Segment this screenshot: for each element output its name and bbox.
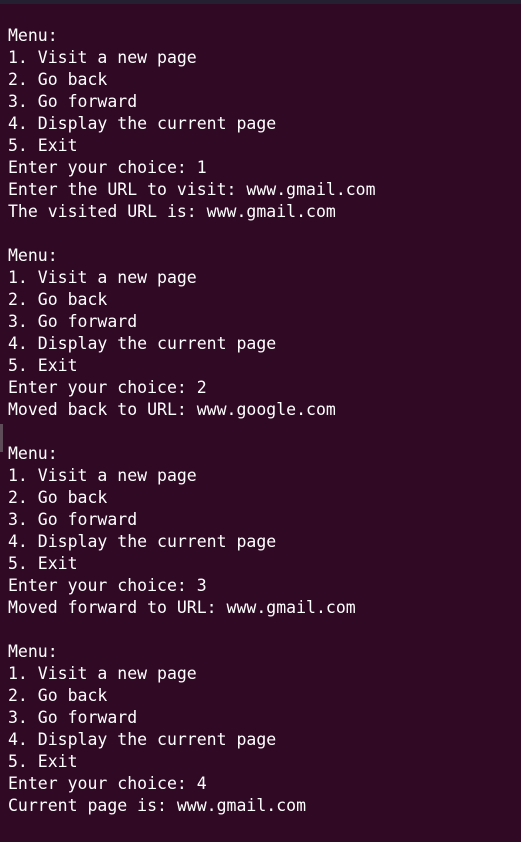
- menu-option-visit: 1. Visit a new page: [8, 664, 197, 683]
- menu-header: Menu:: [8, 26, 58, 45]
- menu-option-exit: 5. Exit: [8, 554, 78, 573]
- output-message: Current page is: www.gmail.com: [8, 796, 307, 815]
- menu-option-back: 2. Go back: [8, 70, 108, 89]
- terminal-output: Menu: 1. Visit a new page 2. Go back 3. …: [8, 25, 521, 817]
- menu-option-visit: 1. Visit a new page: [8, 268, 197, 287]
- menu-option-visit: 1. Visit a new page: [8, 48, 197, 67]
- choice-prompt: Enter your choice: 4: [8, 774, 207, 793]
- menu-option-back: 2. Go back: [8, 686, 108, 705]
- menu-header: Menu:: [8, 642, 58, 661]
- output-message: The visited URL is: www.gmail.com: [8, 202, 336, 221]
- menu-option-forward: 3. Go forward: [8, 92, 138, 111]
- menu-option-exit: 5. Exit: [8, 136, 78, 155]
- menu-option-forward: 3. Go forward: [8, 708, 138, 727]
- choice-prompt: Enter your choice: 3: [8, 576, 207, 595]
- menu-option-visit: 1. Visit a new page: [8, 466, 197, 485]
- menu-option-exit: 5. Exit: [8, 752, 78, 771]
- url-prompt: Enter the URL to visit: www.gmail.com: [8, 180, 376, 199]
- menu-option-exit: 5. Exit: [8, 356, 78, 375]
- choice-prompt: Enter your choice: 2: [8, 378, 207, 397]
- scrollbar-indicator[interactable]: [0, 424, 3, 452]
- menu-option-display: 4. Display the current page: [8, 730, 277, 749]
- terminal-window[interactable]: Menu: 1. Visit a new page 2. Go back 3. …: [0, 0, 521, 842]
- menu-header: Menu:: [8, 246, 58, 265]
- menu-option-display: 4. Display the current page: [8, 334, 277, 353]
- menu-option-back: 2. Go back: [8, 488, 108, 507]
- menu-option-forward: 3. Go forward: [8, 510, 138, 529]
- menu-option-back: 2. Go back: [8, 290, 108, 309]
- output-message: Moved back to URL: www.google.com: [8, 400, 336, 419]
- menu-option-forward: 3. Go forward: [8, 312, 138, 331]
- output-message: Moved forward to URL: www.gmail.com: [8, 598, 356, 617]
- choice-prompt: Enter your choice: 1: [8, 158, 207, 177]
- menu-option-display: 4. Display the current page: [8, 114, 277, 133]
- menu-header: Menu:: [8, 444, 58, 463]
- menu-option-display: 4. Display the current page: [8, 532, 277, 551]
